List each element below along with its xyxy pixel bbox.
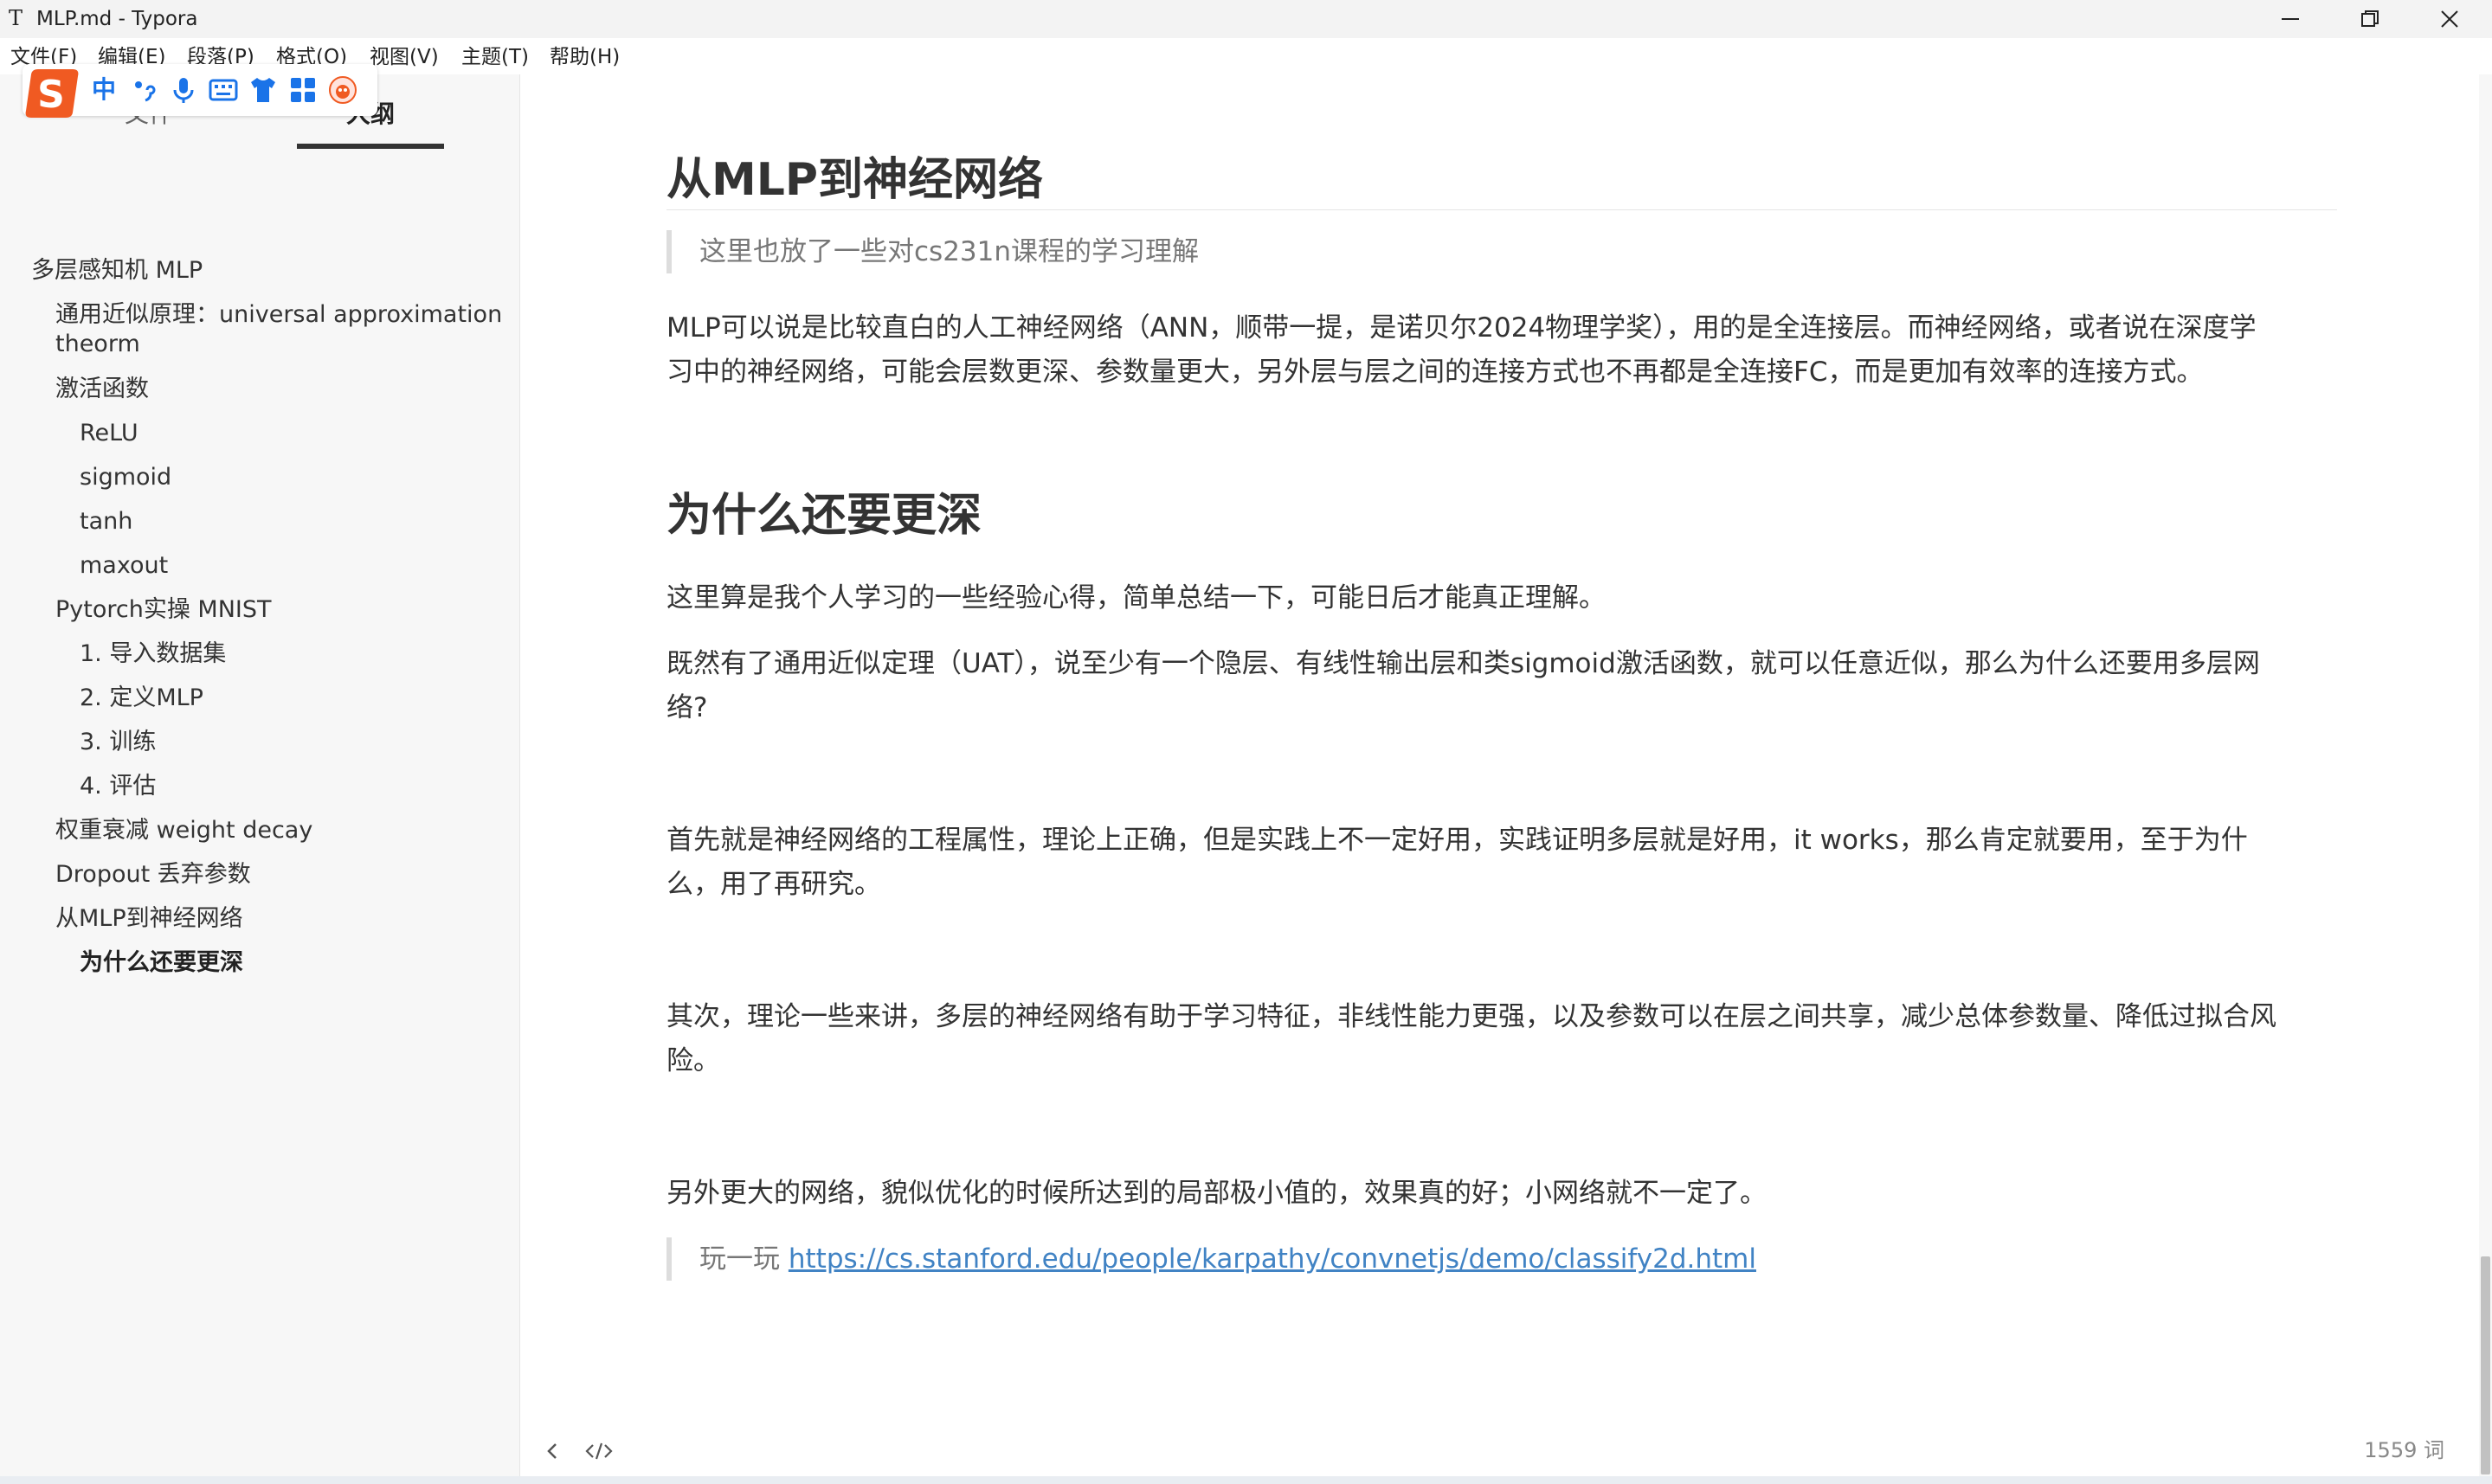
paragraph-line: MLP可以说是比较直白的人工神经网络（ANN，顺带一提，是诺贝尔2024物理学奖… [666, 312, 2257, 344]
outline-item-activation[interactable]: 激活函数 [55, 375, 149, 404]
outline-item-dropout[interactable]: Dropout 丢弃参数 [55, 860, 251, 890]
paragraph-uat: 既然有了通用近似定理（UAT），说至少有一个隐层、有线性输出层和类sigmoid… [666, 642, 2337, 730]
paragraph-mlp-intro: MLP可以说是比较直白的人工神经网络（ANN，顺带一提，是诺贝尔2024物理学奖… [666, 306, 2337, 395]
paragraph-theory: 其次，理论一些来讲，多层的神经网络有助于学习特征，非线性能力更强，以及参数可以在… [666, 995, 2337, 1083]
title-bar: T MLP.md - Typora [0, 0, 2492, 38]
editor[interactable]: 从MLP到神经网络 这里也放了一些对cs231n课程的学习理解 MLP可以说是比… [521, 74, 2479, 1424]
outline-item-sigmoid[interactable]: sigmoid [80, 463, 171, 492]
scrollbar-thumb[interactable] [2481, 1256, 2490, 1474]
outline-item-evaluate[interactable]: 4. 评估 [80, 772, 156, 801]
svg-text:S: S [37, 73, 65, 117]
paragraph-experience: 这里算是我个人学习的一些经验心得，简单总结一下，可能日后才能真正理解。 [666, 582, 1606, 614]
paragraph-larger-network: 另外更大的网络，貌似优化的时候所达到的局部极小值的，效果真的好；小网络就不一定了… [666, 1178, 1767, 1209]
paragraph-engineering: 首先就是神经网络的工程属性，理论上正确，但是实践上不一定好用，实践证明多层就是好… [666, 819, 2337, 907]
window-bottom-edge [0, 1476, 2492, 1484]
heading-underline [666, 209, 2337, 210]
window-title: MLP.md - Typora [36, 8, 198, 30]
outline-item-uat[interactable]: 通用近似原理：universal approximation theorm [55, 300, 505, 359]
convnetjs-link[interactable]: https://cs.stanford.edu/people/karpathy/… [789, 1243, 1756, 1275]
toggle-sidebar-icon[interactable] [535, 1436, 570, 1466]
outline-item-pytorch-mnist[interactable]: Pytorch实操 MNIST [55, 595, 272, 625]
close-button[interactable] [2411, 0, 2489, 38]
heading-mlp-to-nn: 从MLP到神经网络 [666, 154, 1043, 206]
blockquote-playground: 玩一玩 https://cs.stanford.edu/people/karpa… [666, 1237, 2342, 1281]
outline-item-mlp-to-nn[interactable]: 从MLP到神经网络 [55, 904, 243, 934]
paragraph-line: 险。 [666, 1045, 720, 1076]
word-count[interactable]: 1559 词 [2364, 1436, 2444, 1464]
skin-icon[interactable] [248, 74, 279, 106]
active-tab-indicator [297, 144, 444, 149]
punctuation-icon[interactable] [128, 74, 159, 106]
mascot-icon[interactable] [327, 74, 358, 106]
paragraph-line: 络? [666, 692, 708, 723]
close-icon [2441, 10, 2458, 28]
outline-item-import-data[interactable]: 1. 导入数据集 [80, 639, 226, 669]
status-bar: 1559 词 [521, 1424, 2479, 1476]
quote-prefix: 玩一玩 [699, 1243, 789, 1275]
typora-window: T MLP.md - Typora 文件(F) 编辑(E) 段落(P) 格式(O… [0, 0, 2492, 1484]
minimize-button[interactable] [2251, 0, 2329, 38]
paragraph-line: 其次，理论一些来讲，多层的神经网络有助于学习特征，非线性能力更强，以及参数可以在… [666, 1001, 2276, 1032]
typora-app-icon: T [9, 6, 23, 30]
outline-item-weight-decay[interactable]: 权重衰减 weight decay [55, 816, 312, 845]
paragraph-line: 么，用了再研究。 [666, 869, 881, 900]
paragraph-line: 既然有了通用近似定理（UAT），说至少有一个隐层、有线性输出层和类sigmoid… [666, 648, 2260, 679]
outline-item-maxout[interactable]: maxout [80, 551, 168, 581]
sogou-logo-icon[interactable]: S [23, 64, 83, 121]
menu-help[interactable]: 帮助(H) [550, 43, 620, 71]
paragraph-line: 习中的神经网络，可能会层数更深、参数量更大，另外层与层之间的连接方式也不再都是全… [666, 357, 2204, 388]
blockquote-text: 这里也放了一些对cs231n课程的学习理解 [699, 236, 1200, 267]
minimize-icon [2282, 18, 2299, 20]
outline-item-tanh[interactable]: tanh [80, 507, 132, 536]
restore-button[interactable] [2331, 0, 2409, 38]
paragraph-line: 首先就是神经网络的工程属性，理论上正确，但是实践上不一定好用，实践证明多层就是好… [666, 825, 2248, 856]
outline-item-train[interactable]: 3. 训练 [80, 728, 156, 757]
outline-item-mlp[interactable]: 多层感知机 MLP [31, 256, 203, 286]
menu-view[interactable]: 视图(V) [370, 43, 439, 71]
outline-item-why-deeper[interactable]: 为什么还要更深 [80, 948, 243, 978]
keyboard-icon[interactable] [208, 74, 239, 106]
sidebar: 文件 大纲 多层感知机 MLP 通用近似原理：universal approxi… [0, 74, 520, 1476]
menu-theme[interactable]: 主题(T) [461, 43, 529, 71]
blockquote-text: 玩一玩 https://cs.stanford.edu/people/karpa… [672, 1237, 2342, 1281]
ime-toolbar: S 中 [23, 64, 377, 118]
blockquote-cs231n: 这里也放了一些对cs231n课程的学习理解 [666, 230, 2342, 273]
source-code-mode-icon[interactable] [582, 1436, 616, 1466]
ime-mode-chinese[interactable]: 中 [88, 74, 119, 106]
toolbox-icon[interactable] [287, 74, 319, 106]
heading-why-deeper: 为什么还要更深 [666, 490, 982, 542]
restore-icon [2361, 10, 2379, 27]
microphone-icon[interactable] [168, 74, 199, 106]
outline-item-define-mlp[interactable]: 2. 定义MLP [80, 684, 203, 713]
outline-item-relu[interactable]: ReLU [80, 419, 138, 448]
